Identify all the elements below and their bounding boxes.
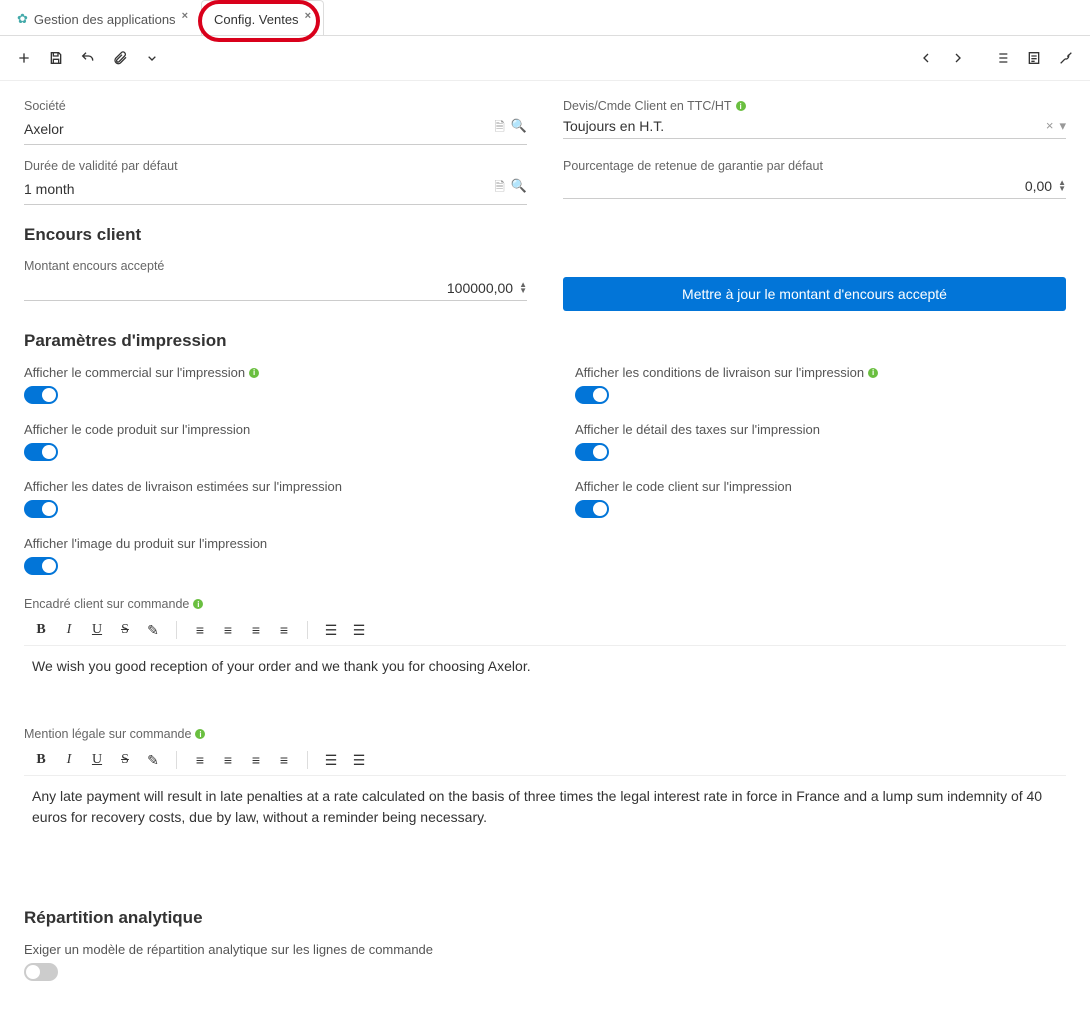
info-icon[interactable]: i — [195, 729, 205, 739]
align-right-button[interactable]: ≡ — [247, 622, 265, 638]
list-ol-button[interactable]: ☰ — [350, 752, 368, 769]
toggle-tax-detail-label: Afficher le détail des taxes sur l'impre… — [575, 422, 1066, 437]
info-icon[interactable]: i — [736, 101, 746, 111]
validity-field[interactable]: 1 month 🗎 🔍 — [24, 175, 527, 205]
stepper-icon[interactable]: ▲▼ — [519, 282, 527, 294]
toggle-delivery-conditions[interactable] — [575, 386, 609, 404]
tab-label: Gestion des applications — [34, 12, 176, 27]
toggle-analytic-required[interactable] — [24, 963, 58, 981]
underline-button[interactable]: U — [88, 622, 106, 638]
search-icon[interactable]: 🔍 — [511, 118, 527, 140]
info-icon[interactable]: i — [868, 368, 878, 378]
info-icon[interactable]: i — [193, 599, 203, 609]
toggle-product-code-label: Afficher le code produit sur l'impressio… — [24, 422, 515, 437]
align-left-button[interactable]: ≡ — [191, 622, 209, 638]
align-right-button[interactable]: ≡ — [247, 752, 265, 768]
quote-mode-field[interactable]: Toujours en H.T. × ▾ — [563, 115, 1066, 139]
outstanding-amount-field[interactable]: 100000,00 ▲▼ — [24, 277, 527, 301]
erase-button[interactable]: ✎ — [144, 622, 162, 639]
section-analytic: Répartition analytique — [24, 908, 1066, 930]
rte-toolbar: B I U S ✎ ≡ ≡ ≡ ≡ ☰ ☰ — [24, 745, 1066, 775]
toggle-delivery-dates[interactable] — [24, 500, 58, 518]
validity-label: Durée de validité par défaut — [24, 159, 527, 173]
new-button[interactable] — [8, 42, 40, 74]
tab-config-ventes[interactable]: Config. Ventes × — [201, 0, 324, 35]
toggle-delivery-dates-label: Afficher les dates de livraison estimées… — [24, 479, 515, 494]
align-justify-button[interactable]: ≡ — [275, 622, 293, 638]
align-justify-button[interactable]: ≡ — [275, 752, 293, 768]
italic-button[interactable]: I — [60, 622, 78, 638]
form-view-button[interactable] — [1018, 42, 1050, 74]
italic-button[interactable]: I — [60, 752, 78, 768]
retention-field[interactable]: 0,00 ▲▼ — [563, 175, 1066, 199]
chevron-down-icon[interactable]: ▾ — [1059, 118, 1066, 134]
strike-button[interactable]: S — [116, 622, 134, 638]
toggle-product-code[interactable] — [24, 443, 58, 461]
tab-label: Config. Ventes — [214, 12, 299, 27]
retention-value: 0,00 — [563, 178, 1052, 194]
company-value: Axelor — [24, 121, 494, 137]
search-icon[interactable]: 🔍 — [511, 178, 527, 200]
list-view-button[interactable] — [986, 42, 1018, 74]
rte-toolbar: B I U S ✎ ≡ ≡ ≡ ≡ ☰ ☰ — [24, 615, 1066, 645]
update-outstanding-button[interactable]: Mettre à jour le montant d'encours accep… — [563, 277, 1066, 311]
toggle-tax-detail[interactable] — [575, 443, 609, 461]
client-box-editor[interactable]: We wish you good reception of your order… — [24, 645, 1066, 717]
document-icon[interactable]: 🗎 — [494, 118, 504, 140]
align-center-button[interactable]: ≡ — [219, 752, 237, 768]
form-content: Société Axelor 🗎 🔍 Devis/Cmde Client en … — [0, 81, 1090, 999]
toggle-salesman-label: Afficher le commercial sur l'impressioni — [24, 365, 515, 380]
toggle-product-image[interactable] — [24, 557, 58, 575]
tab-app-management[interactable]: ✿ Gestion des applications × — [4, 0, 201, 35]
clear-icon[interactable]: × — [1046, 118, 1054, 134]
toggle-analytic-label: Exiger un modèle de répartition analytiq… — [24, 942, 1066, 957]
client-box-label: Encadré client sur commandei — [24, 597, 1066, 611]
close-icon[interactable]: × — [305, 10, 311, 22]
save-button[interactable] — [40, 42, 72, 74]
erase-button[interactable]: ✎ — [144, 752, 162, 769]
list-ul-button[interactable]: ☰ — [322, 622, 340, 639]
legal-editor[interactable]: Any late payment will result in late pen… — [24, 775, 1066, 888]
strike-button[interactable]: S — [116, 752, 134, 768]
underline-button[interactable]: U — [88, 752, 106, 768]
settings-button[interactable] — [1050, 42, 1082, 74]
company-field[interactable]: Axelor 🗎 🔍 — [24, 115, 527, 145]
section-outstanding: Encours client — [24, 225, 1066, 247]
company-label: Société — [24, 99, 527, 113]
toggle-salesman[interactable] — [24, 386, 58, 404]
info-icon[interactable]: i — [249, 368, 259, 378]
prev-button[interactable] — [910, 42, 942, 74]
close-icon[interactable]: × — [182, 10, 188, 22]
document-icon[interactable]: 🗎 — [494, 178, 504, 200]
toggle-customer-code-label: Afficher le code client sur l'impression — [575, 479, 1066, 494]
section-print: Paramètres d'impression — [24, 331, 1066, 353]
outstanding-amount-label: Montant encours accepté — [24, 259, 1066, 273]
toggle-delivery-cond-label: Afficher les conditions de livraison sur… — [575, 365, 1066, 380]
toggle-customer-code[interactable] — [575, 500, 609, 518]
toggle-product-image-label: Afficher l'image du produit sur l'impres… — [24, 536, 515, 551]
align-left-button[interactable]: ≡ — [191, 752, 209, 768]
bold-button[interactable]: B — [32, 752, 50, 768]
list-ul-button[interactable]: ☰ — [322, 752, 340, 769]
quote-mode-label: Devis/Cmde Client en TTC/HTi — [563, 99, 1066, 113]
validity-value: 1 month — [24, 181, 494, 197]
align-center-button[interactable]: ≡ — [219, 622, 237, 638]
more-dropdown[interactable] — [136, 42, 168, 74]
undo-button[interactable] — [72, 42, 104, 74]
retention-label: Pourcentage de retenue de garantie par d… — [563, 159, 1066, 173]
attach-button[interactable] — [104, 42, 136, 74]
quote-mode-value: Toujours en H.T. — [563, 118, 1046, 134]
gear-icon: ✿ — [17, 11, 28, 27]
next-button[interactable] — [942, 42, 974, 74]
bold-button[interactable]: B — [32, 622, 50, 638]
toolbar — [0, 36, 1090, 81]
list-ol-button[interactable]: ☰ — [350, 622, 368, 639]
stepper-icon[interactable]: ▲▼ — [1058, 180, 1066, 192]
tab-bar: ✿ Gestion des applications × Config. Ven… — [0, 0, 1090, 36]
legal-label: Mention légale sur commandei — [24, 727, 1066, 741]
outstanding-amount-value: 100000,00 — [24, 280, 513, 296]
